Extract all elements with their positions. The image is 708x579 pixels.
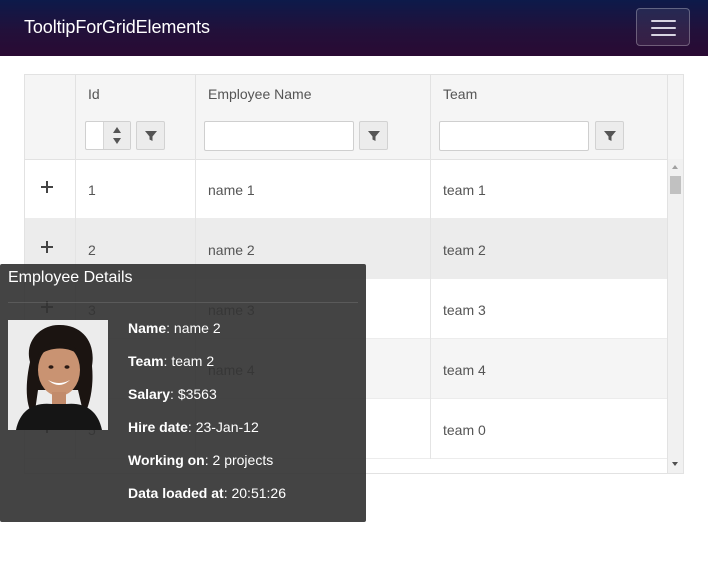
cell-employee-name: name 1 [196, 159, 431, 219]
menu-toggle-button[interactable] [636, 8, 690, 46]
scrollbar-thumb[interactable] [670, 176, 681, 194]
tooltip-field-hire-date: Hire date: 23-Jan-12 [128, 419, 259, 435]
tooltip-field-team: Team: team 2 [128, 353, 215, 369]
cell-id: 1 [76, 159, 196, 219]
filter-icon [145, 131, 157, 141]
column-header-team[interactable]: Team [431, 75, 667, 112]
filter-row [25, 112, 667, 160]
tooltip-field-data-loaded-at: Data loaded at: 20:51:26 [128, 485, 286, 501]
grid-header: Id Employee Name Team [25, 75, 667, 113]
tooltip-title: Employee Details [8, 269, 133, 286]
cell-team: team 4 [443, 362, 486, 378]
filter-cell-employee-name [196, 112, 431, 159]
filter-icon [604, 131, 616, 141]
scroll-up-arrow-icon[interactable] [672, 165, 678, 169]
team-filter-input[interactable] [439, 121, 589, 151]
cell-team: team 0 [443, 422, 486, 438]
column-header-id[interactable]: Id [76, 75, 196, 112]
employee-details-tooltip: Employee Details Name: name 2 Team: team… [0, 264, 366, 522]
hamburger-icon [651, 20, 676, 22]
tooltip-field-salary: Salary: $3563 [128, 386, 217, 402]
tooltip-field-name: Name: name 2 [128, 320, 221, 336]
app-title[interactable]: TooltipForGridElements [24, 17, 210, 38]
table-row[interactable]: 1 name 1 team 1 [25, 159, 667, 219]
filter-icon [368, 131, 380, 141]
id-filter-button[interactable] [136, 121, 165, 150]
expand-plus-icon[interactable] [39, 179, 55, 195]
vertical-scrollbar[interactable] [667, 159, 683, 473]
cell-team: team 3 [443, 302, 486, 318]
employee-photo-image [8, 320, 108, 430]
team-filter-button[interactable] [595, 121, 624, 150]
employee-photo [8, 320, 108, 430]
navbar: TooltipForGridElements [0, 0, 708, 56]
id-filter-numeric-input[interactable] [85, 121, 131, 150]
filter-cell-team [431, 112, 667, 159]
cell-team: team 1 [443, 182, 486, 198]
employee-name-filter-button[interactable] [359, 121, 388, 150]
tooltip-field-working-on: Working on: 2 projects [128, 452, 274, 468]
header-expand-column [25, 75, 76, 112]
spin-down-icon[interactable] [113, 138, 121, 144]
scroll-down-arrow-icon[interactable] [672, 462, 678, 466]
employee-name-filter-input[interactable] [204, 121, 354, 151]
expand-plus-icon[interactable] [39, 239, 55, 255]
spinner-arrows-icon[interactable] [103, 122, 130, 149]
cell-team: team 2 [443, 242, 486, 258]
spin-up-icon[interactable] [113, 127, 121, 133]
tooltip-divider [8, 302, 358, 303]
column-header-employee-name[interactable]: Employee Name [196, 75, 431, 112]
filter-cell-id [76, 112, 196, 159]
